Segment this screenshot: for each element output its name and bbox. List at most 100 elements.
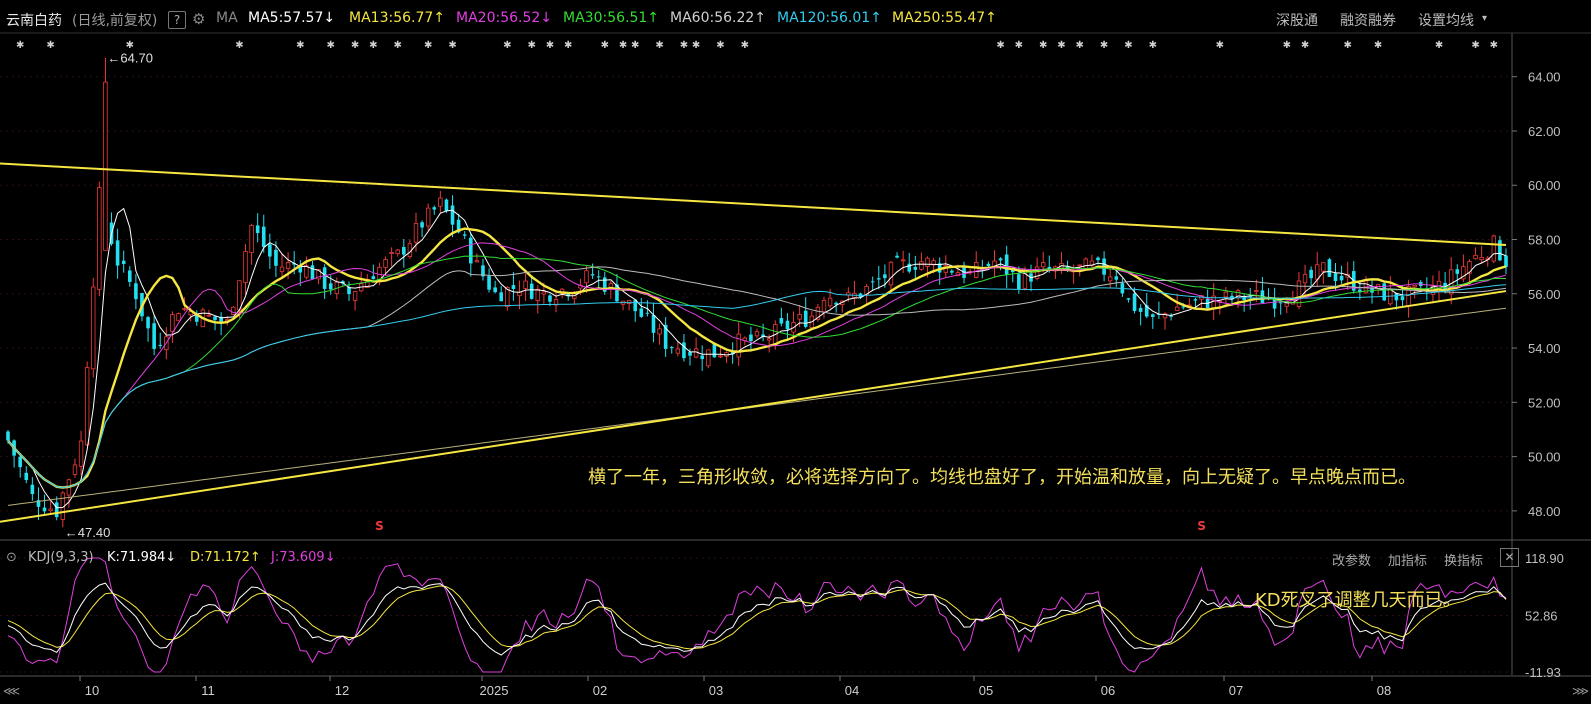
candle-body [1223,291,1229,298]
link-switch-indicator[interactable]: 换指标 [1444,550,1483,569]
candle-body [1254,290,1259,293]
candle-body [1017,274,1021,290]
candle-body [322,267,327,289]
x-tick-label: 07 [1229,683,1243,698]
kdj-header: ⊙ KDJ(9,3,3) K:71.984↓ D:71.172↑ J:73.60… [0,548,1591,569]
kdj-settings-icon[interactable]: ⊙ [6,550,17,565]
candle-body [535,288,540,302]
candle-body [900,259,906,262]
x-tick-label: 03 [709,683,723,698]
kdj-tick-label: -11.93 [1525,665,1561,680]
candle-body [895,255,899,258]
candle-body [1315,264,1320,280]
candle-body [72,464,78,475]
event-marker: ✱ [564,40,572,51]
kdj-d-value: D:71.172↑ [190,550,261,565]
candle-body [925,257,930,267]
candle-body [785,320,790,330]
candle-body [541,291,547,295]
candle-body [493,287,497,293]
candle-body [1491,235,1497,262]
candle-body [766,338,772,341]
kdj-tick-label: 52.86 [1525,609,1558,624]
ma13-line [7,227,1507,489]
x-tick-label: 2025 [480,683,509,698]
candle-body [42,507,47,512]
candle-body [97,187,102,290]
candle-body [529,283,534,299]
candle-body [736,333,741,358]
candle-body [103,81,108,251]
candle-body [268,244,272,257]
y-tick-label: 50.00 [1528,450,1561,465]
event-marker: ✱ [619,40,627,51]
candle-body [170,314,175,333]
candle-body [444,199,449,212]
candle-body [1473,254,1478,260]
candle-body [115,240,120,266]
candle-body [596,276,601,278]
x-tick-label: 02 [593,683,607,698]
candle-body [645,312,650,314]
event-marker: ✱ [1124,40,1132,51]
candle-body [243,251,248,283]
event-marker: ✱ [16,40,24,51]
kdj-k-value: K:71.984↓ [107,550,177,565]
event-marker: ✱ [1039,40,1047,51]
event-marker: ✱ [692,40,700,51]
candle-body [182,308,187,311]
y-tick-label: 60.00 [1528,178,1561,193]
y-tick-label: 62.00 [1528,124,1561,139]
candle-body [468,237,473,264]
candle-body [402,247,406,255]
candle-body [78,440,84,467]
candle-body [389,252,394,254]
candle-body [1339,275,1344,281]
candle-body [1132,293,1137,312]
candle-body [1126,298,1131,300]
close-icon[interactable]: ✕ [1500,548,1519,567]
candle-body [1047,266,1052,269]
ma30-line [7,255,1507,489]
candle-body [718,355,723,358]
link-edit-params[interactable]: 改参数 [1332,550,1371,569]
candle-body [754,331,760,337]
scroll-right-icon[interactable]: ⋙ [1572,684,1589,698]
candle-body [1333,273,1338,282]
candle-body [876,278,881,280]
candle-body [888,261,894,286]
event-marker: ✱ [327,40,335,51]
candle-body [285,261,291,269]
candle-body [48,508,53,512]
kdj-annotation: KD死叉了调整几天而已。 [1255,590,1461,611]
candle-body [18,456,22,468]
candle-body [474,260,480,263]
ma20-line [7,242,1507,489]
main-annotation: 横了一年，三角形收敛，必将选择方向了。均线也盘好了，开始温和放量，向上无疑了。早… [588,467,1416,488]
candle-body [590,274,595,276]
y-tick-label: 54.00 [1528,341,1561,356]
candle-body [152,323,156,349]
candle-body [1278,302,1283,304]
candle-body [706,349,711,367]
link-add-indicator[interactable]: 加指标 [1388,550,1427,569]
candle-body [413,222,419,243]
candle-body [24,472,29,481]
candle-body [870,281,875,283]
candle-body [237,280,242,311]
kdj-name: KDJ(9,3,3) [28,550,94,565]
x-tick-label: 12 [335,683,349,698]
event-marker: ✱ [394,40,402,51]
event-marker: ✱ [1374,40,1382,51]
candle-body [675,348,681,354]
candle-body [1309,269,1313,279]
event-marker: ✱ [126,40,134,51]
event-marker: ✱ [1283,40,1291,51]
candle-body [352,291,358,301]
candle-body [383,259,388,268]
candle-body [255,225,260,234]
candle-body [998,258,1003,261]
candle-body [913,266,918,270]
scroll-left-icon[interactable]: ⋘ [3,684,20,698]
event-marker: ✱ [235,40,243,51]
